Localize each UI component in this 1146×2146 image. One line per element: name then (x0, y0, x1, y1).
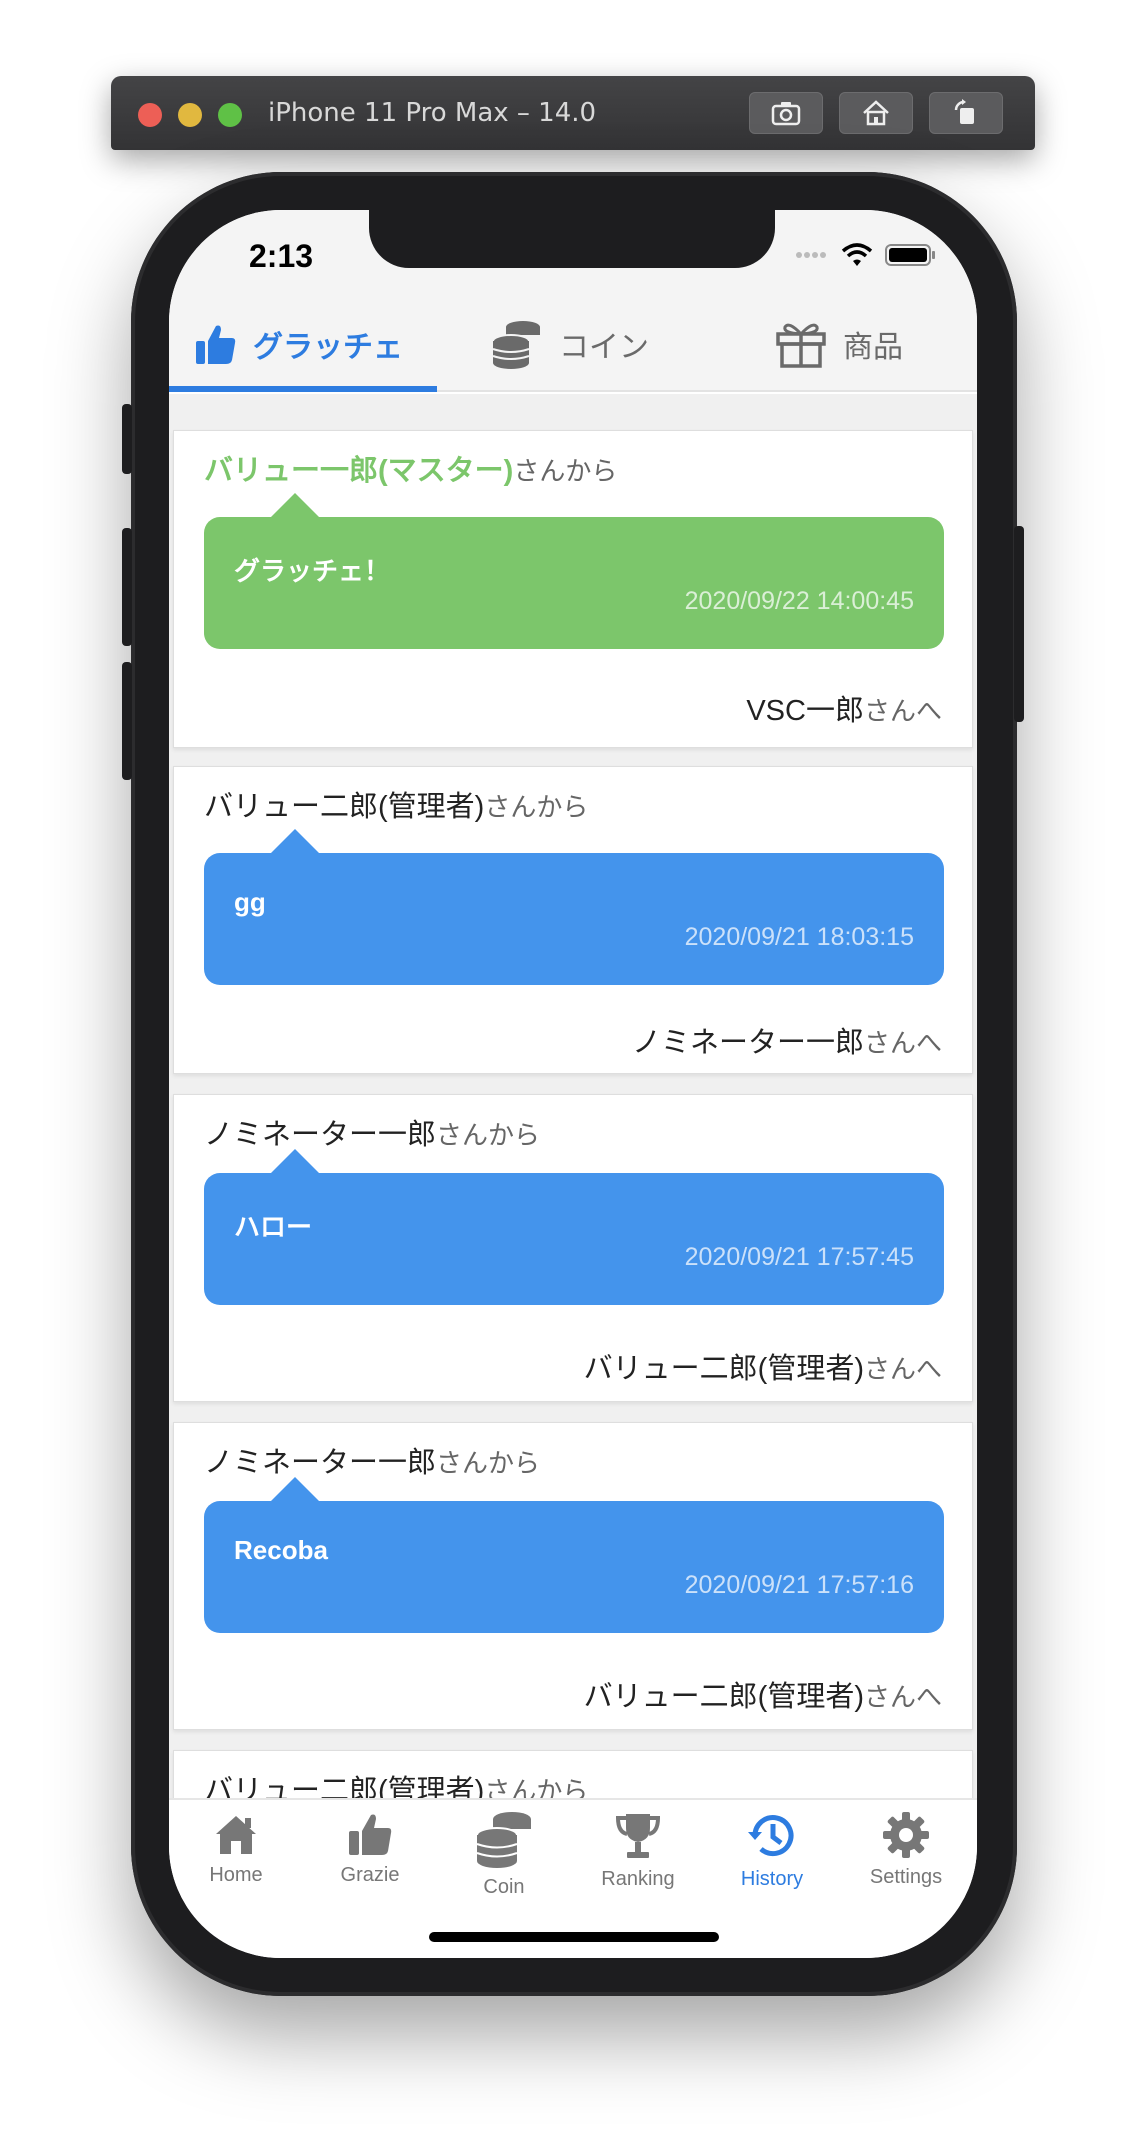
tab-products-label: 商品 (843, 331, 903, 364)
recipient-line: VSC一郎さんへ (746, 687, 942, 729)
nav-grazie-label: Grazie (340, 1864, 400, 1886)
message-bubble: gg 2020/09/21 18:03:15 (204, 829, 944, 985)
coins-icon (492, 321, 540, 369)
nav-history-label: History (740, 1868, 804, 1890)
volume-down-button (122, 662, 132, 780)
nav-coin-label: Coin (483, 1876, 525, 1898)
recipient-name: バリュー二郎(管理者) (583, 1353, 864, 1385)
recipient-line: バリュー二郎(管理者)さんへ (584, 1673, 942, 1715)
thumbs-up-icon (349, 1814, 392, 1855)
minimize-window-button[interactable] (178, 103, 202, 127)
recipient-suffix: さんへ (863, 1682, 942, 1712)
message-text: gg (234, 887, 266, 917)
sender-line: ノミネーター一郎さんから (204, 1439, 540, 1481)
bottom-tab-bar: Home Grazie Coin Ranking History Setting… (169, 1798, 977, 1958)
sender-name: ノミネーター一郎 (204, 1119, 437, 1151)
nav-settings[interactable]: Settings (839, 1810, 973, 1889)
screenshot-button[interactable] (749, 92, 823, 134)
sender-line: ノミネーター一郎さんから (204, 1111, 540, 1153)
recipient-line: バリュー二郎(管理者)さんへ (584, 1345, 942, 1387)
sender-suffix: さんから (513, 456, 618, 486)
nav-ranking[interactable]: Ranking (571, 1810, 705, 1891)
recipient-line: ノミネーター一郎さんへ (632, 1019, 942, 1061)
bubble-arrow (270, 829, 320, 854)
home-indicator[interactable] (429, 1932, 719, 1942)
home-button[interactable] (839, 92, 913, 134)
history-card[interactable]: バリュー二郎(管理者)さんから gg 2020/09/21 18:03:15 ノ… (173, 766, 973, 1074)
power-button (1014, 526, 1024, 722)
tab-coin[interactable]: コイン (491, 296, 649, 392)
tab-products[interactable]: 商品 (775, 296, 903, 392)
bubble-arrow (270, 493, 320, 518)
wifi-icon (841, 243, 873, 266)
top-tab-bar: グラッチェ コイン 商品 (169, 296, 977, 392)
recipient-suffix: さんへ (863, 696, 942, 726)
battery-icon (885, 244, 935, 266)
simulator-title-bar: iPhone 11 Pro Max – 14.0 (111, 76, 1035, 150)
sender-suffix: さんから (484, 792, 589, 822)
nav-home-label: Home (209, 1864, 263, 1886)
nav-coin[interactable]: Coin (437, 1810, 571, 1899)
recipient-name: バリュー二郎(管理者) (583, 1681, 864, 1713)
coins-icon (476, 1812, 531, 1868)
mute-switch (122, 404, 132, 474)
bubble-arrow (270, 1149, 320, 1174)
rotate-icon (954, 99, 974, 124)
tab-grazie-label: グラッチェ (253, 331, 403, 364)
nav-history[interactable]: History (705, 1810, 839, 1891)
message-date: 2020/09/21 18:03:15 (684, 923, 914, 951)
sender-line: バリュー一郎(マスター)さんから (204, 447, 617, 489)
tab-coin-label: コイン (559, 331, 649, 364)
status-icons (795, 242, 937, 268)
history-card[interactable]: ノミネーター一郎さんから Recoba 2020/09/21 17:57:16 … (173, 1422, 973, 1730)
recipient-name: ノミネーター一郎 (631, 1027, 864, 1059)
thumbs-up-icon (196, 325, 236, 364)
signal-icon (796, 252, 826, 258)
active-tab-indicator (169, 386, 437, 392)
message-bubble: ハロー 2020/09/21 17:57:45 (204, 1149, 944, 1305)
volume-up-button (122, 528, 132, 646)
nav-ranking-label: Ranking (601, 1868, 675, 1890)
zoom-window-button[interactable] (218, 103, 242, 127)
status-time: 2:13 (249, 238, 314, 274)
sender-line: バリュー二郎(管理者)さんから (204, 783, 588, 825)
sender-name: ノミネーター一郎 (204, 1447, 437, 1479)
history-card[interactable]: ノミネーター一郎さんから ハロー 2020/09/21 17:57:45 バリュ… (173, 1094, 973, 1402)
close-window-button[interactable] (138, 103, 162, 127)
home-icon (216, 1816, 256, 1854)
gift-icon (776, 323, 826, 368)
recipient-suffix: さんへ (863, 1354, 942, 1384)
message-date: 2020/09/21 17:57:16 (684, 1571, 914, 1599)
simulator-title: iPhone 11 Pro Max – 14.0 (268, 98, 597, 128)
history-card[interactable]: バリュー一郎(マスター)さんから グラッチェ！ 2020/09/22 14:00… (173, 430, 973, 748)
notch (369, 210, 775, 268)
nav-grazie[interactable]: Grazie (303, 1810, 437, 1887)
sender-suffix: さんから (436, 1448, 541, 1478)
message-date: 2020/09/21 17:57:45 (684, 1243, 914, 1271)
message-text: グラッチェ！ (234, 556, 391, 586)
phone-screen: 2:13 グラッチェ コイン 商品 バリュー一郎(マスター)さんから グラッチェ… (169, 210, 977, 1958)
screenshot-icon (771, 102, 801, 126)
message-bubble: グラッチェ！ 2020/09/22 14:00:45 (204, 493, 944, 649)
recipient-suffix: さんへ (863, 1028, 942, 1058)
sender-suffix: さんから (436, 1120, 541, 1150)
gear-icon (883, 1812, 929, 1858)
nav-home[interactable]: Home (169, 1810, 303, 1887)
nav-settings-label: Settings (869, 1866, 943, 1888)
sender-name: バリュー一郎(マスター) (204, 455, 514, 487)
message-text: Recoba (234, 1535, 328, 1565)
message-bubble: Recoba 2020/09/21 17:57:16 (204, 1477, 944, 1633)
tab-grazie[interactable]: グラッチェ (195, 296, 403, 392)
rotate-button[interactable] (929, 92, 1003, 134)
sender-name: バリュー二郎(管理者) (204, 791, 485, 823)
history-icon (748, 1815, 794, 1857)
bubble-arrow (270, 1477, 320, 1502)
message-date: 2020/09/22 14:00:45 (684, 587, 914, 615)
trophy-icon (615, 1814, 661, 1858)
home-icon (863, 100, 889, 126)
message-text: ハロー (234, 1212, 313, 1242)
history-list[interactable]: バリュー一郎(マスター)さんから グラッチェ！ 2020/09/22 14:00… (169, 394, 977, 1818)
recipient-name: VSC一郎 (746, 695, 864, 727)
